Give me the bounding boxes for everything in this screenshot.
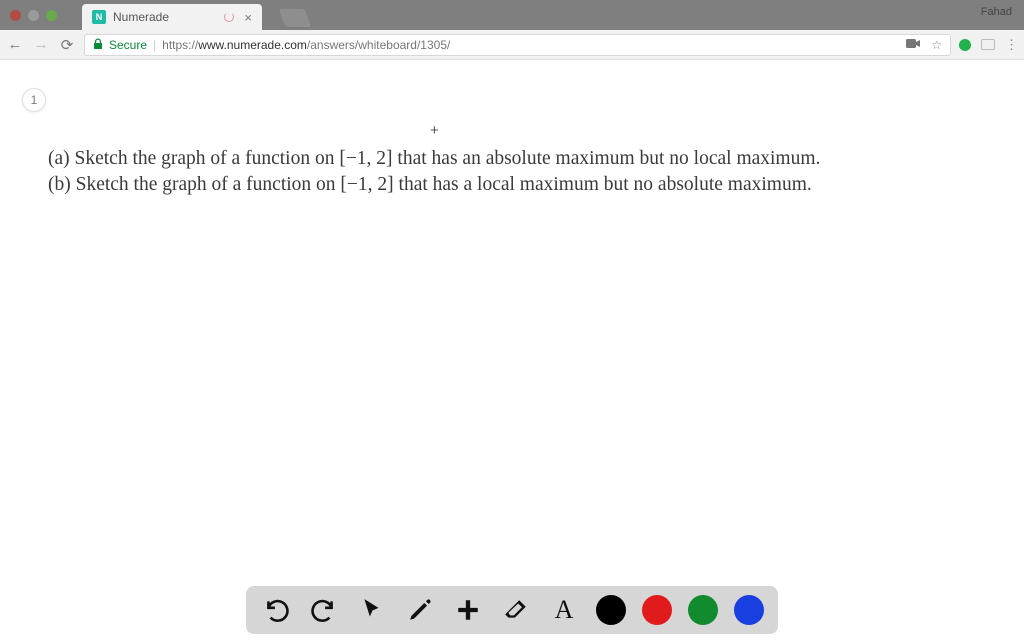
window-close-button[interactable] bbox=[10, 10, 21, 21]
tab-title: Numerade bbox=[113, 10, 224, 24]
secure-label: Secure bbox=[109, 38, 147, 52]
tab-loading-spinner bbox=[224, 12, 234, 22]
page-content: 1 + (a) Sketch the graph of a function o… bbox=[0, 60, 1024, 640]
lock-icon bbox=[93, 38, 103, 52]
nav-back-button[interactable]: ← bbox=[6, 36, 24, 53]
redo-button[interactable] bbox=[308, 594, 340, 626]
whiteboard-toolbar: A bbox=[246, 586, 778, 634]
new-tab-button[interactable] bbox=[272, 6, 300, 24]
pencil-tool[interactable] bbox=[404, 594, 436, 626]
color-black[interactable] bbox=[596, 595, 626, 625]
window-controls bbox=[10, 10, 57, 21]
problem-text: (a) Sketch the graph of a function on [−… bbox=[48, 146, 994, 199]
extensions-area: ⋮ bbox=[959, 37, 1018, 53]
camera-icon[interactable] bbox=[906, 38, 921, 52]
extension-green-dot[interactable] bbox=[959, 39, 971, 51]
crosshair-cursor-icon: + bbox=[430, 122, 439, 139]
profile-name[interactable]: Fahad bbox=[981, 6, 1012, 18]
browser-tab-strip: N Numerade × Fahad bbox=[0, 0, 1024, 30]
text-tool[interactable]: A bbox=[548, 594, 580, 626]
tab-favicon: N bbox=[92, 10, 106, 24]
url-text: https://www.numerade.com/answers/whitebo… bbox=[162, 38, 450, 52]
undo-button[interactable] bbox=[260, 594, 292, 626]
window-maximize-button[interactable] bbox=[46, 10, 57, 21]
browser-tab[interactable]: N Numerade × bbox=[82, 4, 262, 30]
nav-forward-button[interactable]: → bbox=[32, 36, 50, 53]
nav-reload-button[interactable]: ⟳ bbox=[58, 36, 76, 54]
color-green[interactable] bbox=[688, 595, 718, 625]
color-red[interactable] bbox=[642, 595, 672, 625]
bookmark-star-icon[interactable]: ☆ bbox=[931, 38, 942, 52]
url-divider: | bbox=[153, 38, 156, 52]
eraser-tool[interactable] bbox=[500, 594, 532, 626]
chrome-menu-button[interactable]: ⋮ bbox=[1005, 37, 1018, 53]
url-field[interactable]: Secure | https://www.numerade.com/answer… bbox=[84, 34, 951, 56]
extension-box-icon[interactable] bbox=[981, 39, 995, 50]
add-tool[interactable] bbox=[452, 594, 484, 626]
page-number-badge[interactable]: 1 bbox=[22, 88, 46, 112]
color-blue[interactable] bbox=[734, 595, 764, 625]
address-bar: ← → ⟳ Secure | https://www.numerade.com/… bbox=[0, 30, 1024, 60]
problem-line-b: (b) Sketch the graph of a function on [−… bbox=[48, 172, 994, 198]
pointer-tool[interactable] bbox=[356, 594, 388, 626]
problem-line-a: (a) Sketch the graph of a function on [−… bbox=[48, 146, 994, 172]
window-minimize-button[interactable] bbox=[28, 10, 39, 21]
tab-close-button[interactable]: × bbox=[244, 10, 252, 25]
